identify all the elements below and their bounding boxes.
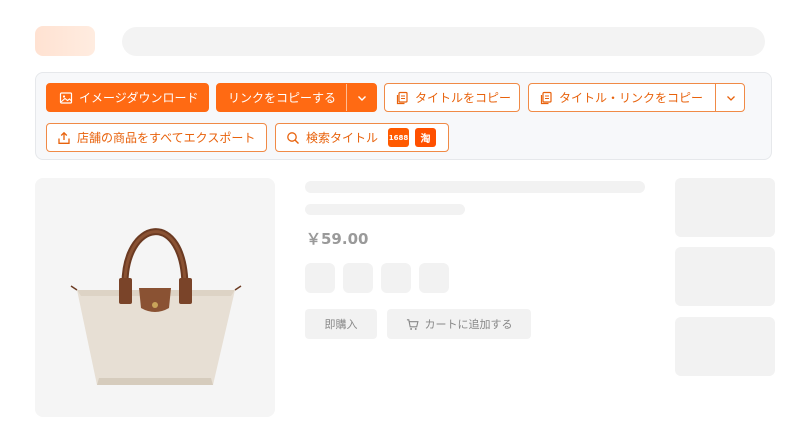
extension-toolbar: イメージダウンロード リンクをコピーする タイトルをコピー タイトル・リンクをコ… [35,72,772,160]
title-placeholder [305,181,645,193]
tote-bag-image [70,228,242,385]
site-logo-placeholder [35,26,95,56]
copy-icon [395,91,409,105]
product-image [35,178,275,417]
1688-logo-icon[interactable]: 1688 [388,128,410,147]
buy-now-button[interactable]: 即購入 [305,309,377,339]
add-to-cart-button[interactable]: カートに追加する [387,309,531,339]
copy-title-button[interactable]: タイトルをコピー [384,83,520,112]
search-icon [286,131,300,145]
image-icon [59,91,73,105]
export-shop-products-label: 店舗の商品をすべてエクスポート [77,131,256,145]
variant-swatch[interactable] [343,263,373,293]
download-image-label: イメージダウンロード [79,91,199,105]
chevron-down-icon[interactable] [716,84,745,111]
export-shop-products-button[interactable]: 店舗の商品をすべてエクスポート [46,123,267,152]
side-card-placeholder [675,317,775,376]
copy-title-label: タイトルをコピー [415,91,512,105]
copy-link-button[interactable]: リンクをコピーする [216,83,377,112]
side-card-placeholder [675,247,775,306]
copy-title-link-label: タイトル・リンクをコピー [559,91,704,105]
cart-icon [406,318,425,331]
subtitle-placeholder [305,204,465,215]
product-price: ￥59.00 [306,230,369,248]
variant-swatch[interactable] [305,263,335,293]
copy-title-link-button[interactable]: タイトル・リンクをコピー [528,83,745,112]
buy-now-label: 即購入 [324,318,358,331]
search-bar-placeholder[interactable] [122,27,765,56]
export-icon [57,131,71,145]
download-image-button[interactable]: イメージダウンロード [46,83,209,112]
search-title-button[interactable]: 検索タイトル 1688 淘 [275,123,449,152]
chevron-down-icon[interactable] [347,84,377,111]
search-title-label: 検索タイトル [306,131,379,145]
taobao-logo-icon[interactable]: 淘 [415,128,437,147]
variant-swatch[interactable] [419,263,449,293]
copy-icon [539,91,553,105]
variant-swatch[interactable] [381,263,411,293]
side-card-placeholder [675,178,775,237]
add-to-cart-label: カートに追加する [424,318,513,331]
copy-link-label: リンクをコピーする [228,91,337,105]
